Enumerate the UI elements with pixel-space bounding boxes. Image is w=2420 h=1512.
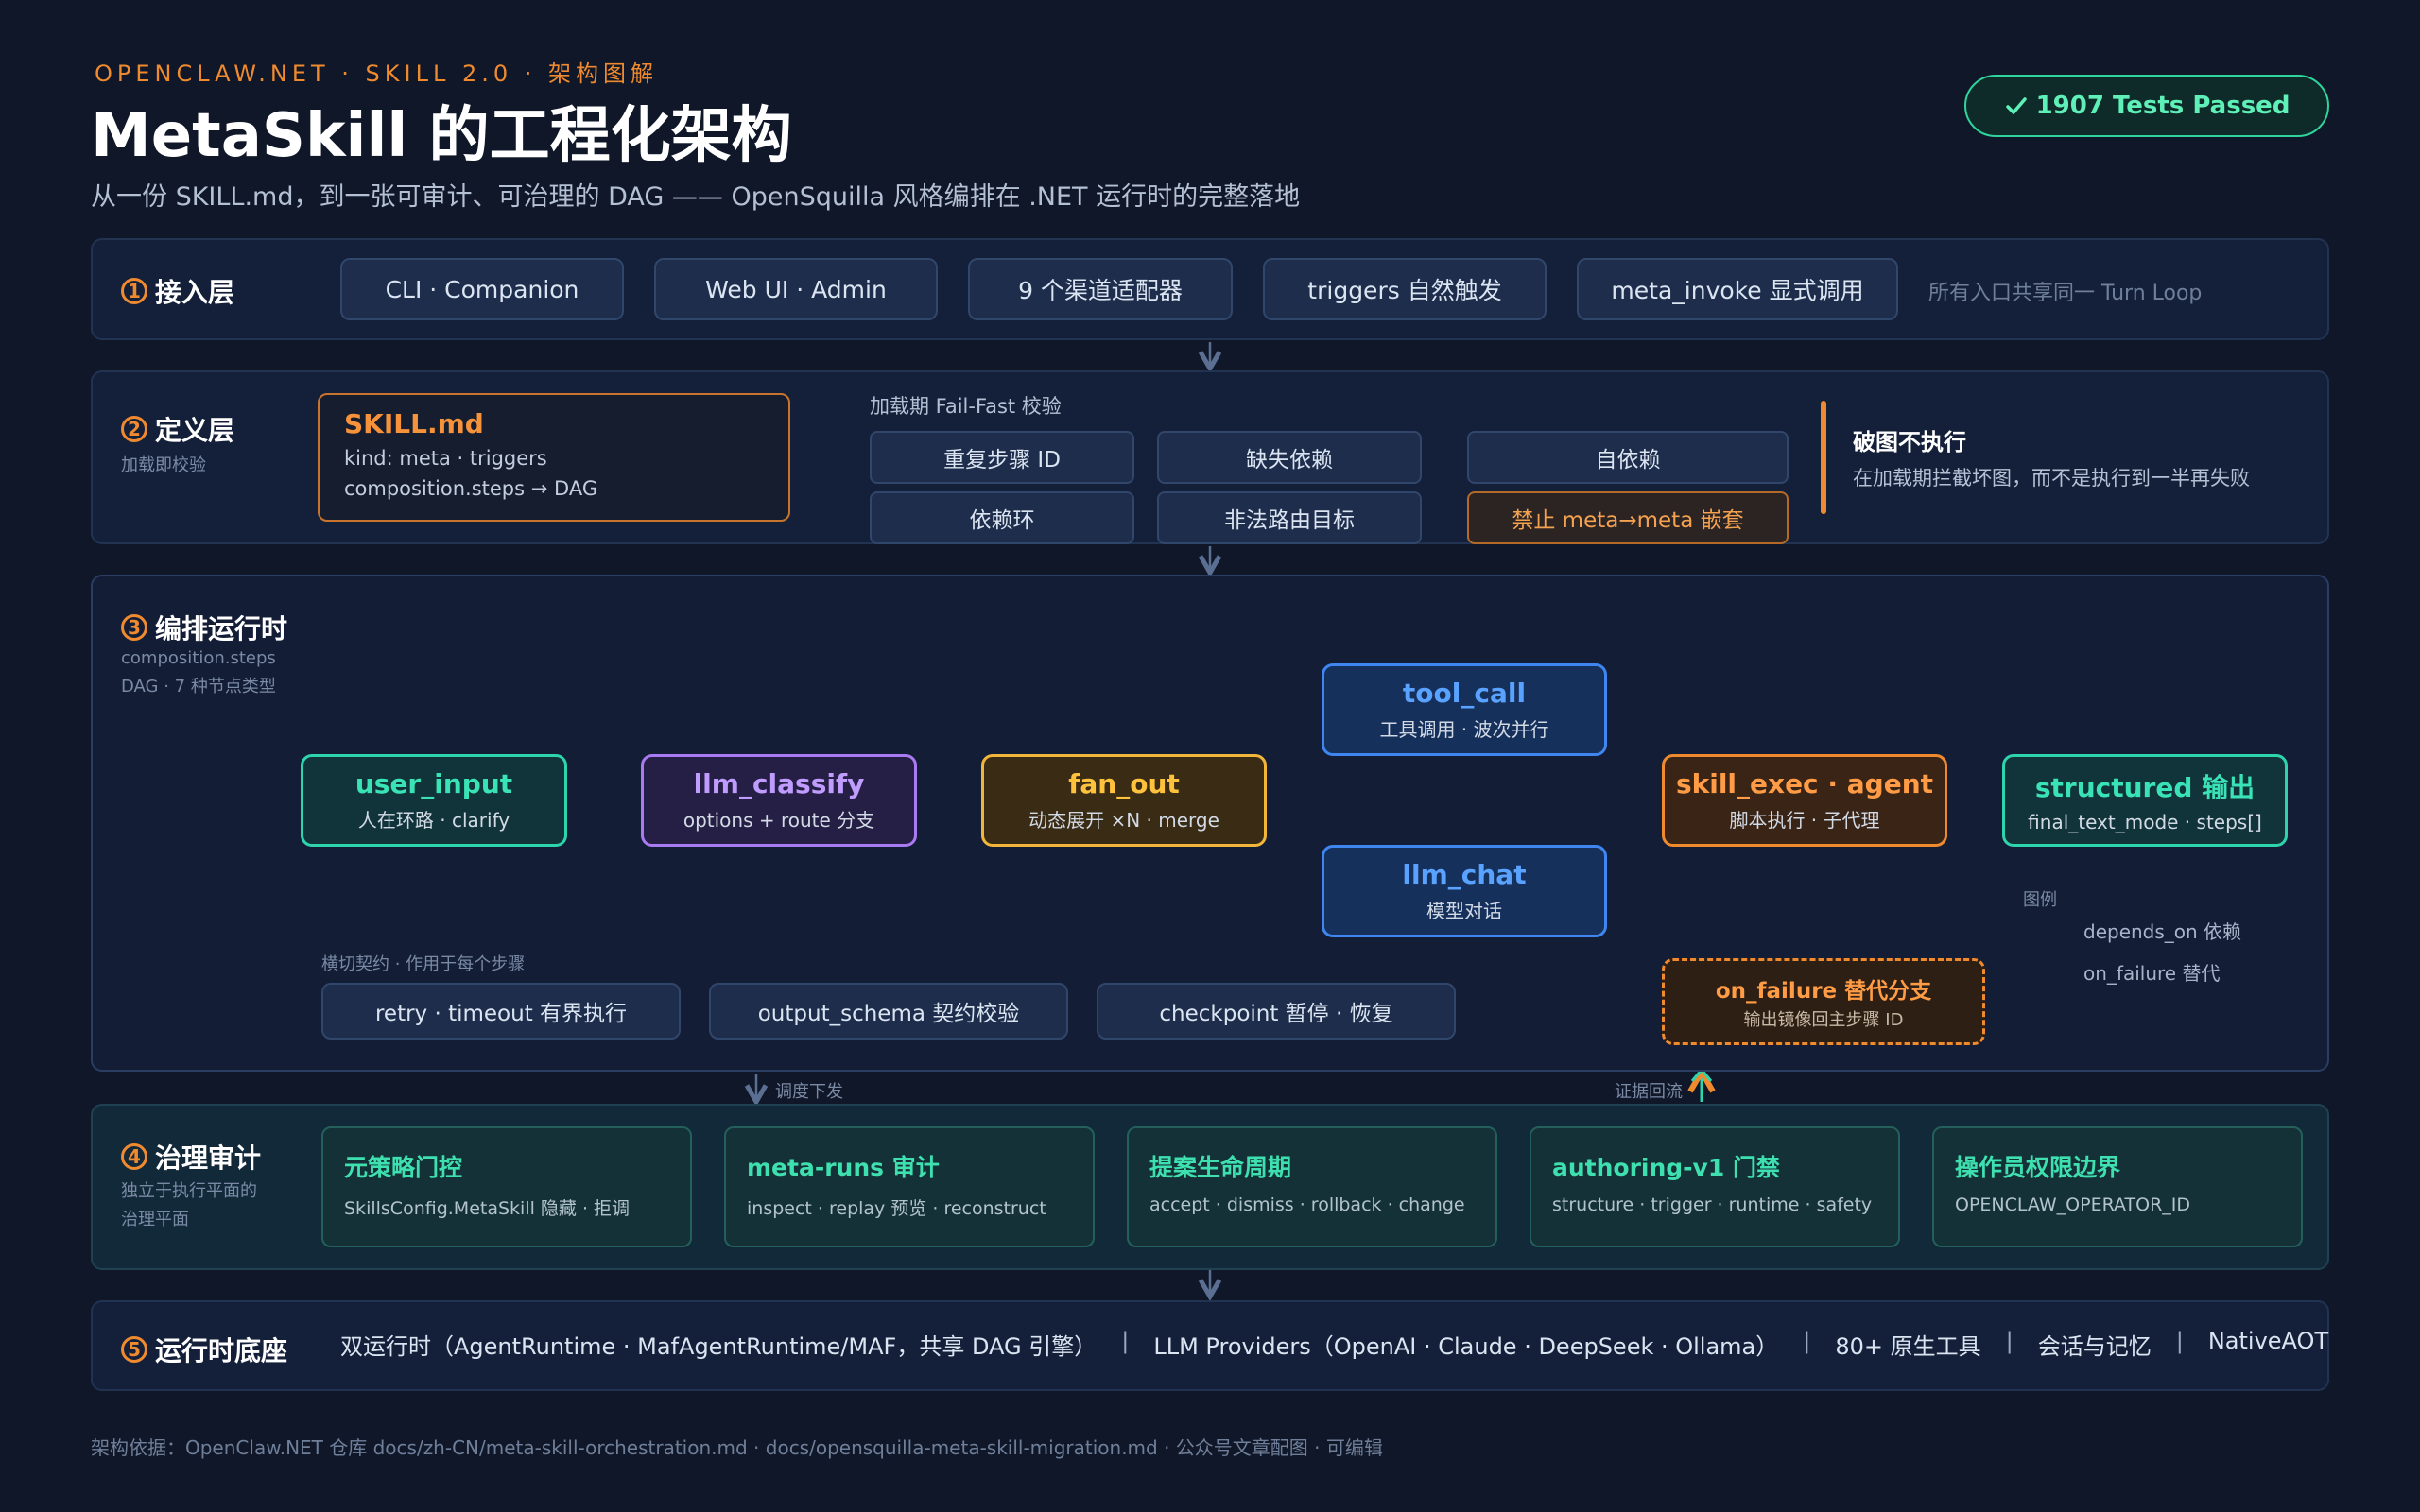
contract-checkpoint: checkpoint 暂停 · 恢复 — [1097, 983, 1456, 1040]
separator: | — [1121, 1328, 1130, 1354]
layer-number: 3 — [121, 614, 147, 641]
node-on-failure: on_failure 替代分支 输出镜像回主步骤 ID — [1662, 958, 1985, 1045]
node-llm-chat: llm_chat 模型对话 — [1322, 845, 1607, 937]
gov-card-title: authoring-v1 门禁 — [1552, 1154, 1780, 1181]
node-tool-call: tool_call 工具调用 · 波次并行 — [1322, 663, 1607, 756]
gov-card-meta-runs: meta-runs 审计 inspect · replay 预览 · recon… — [724, 1126, 1095, 1247]
layer-title-text: 治理审计 — [155, 1143, 262, 1174]
runtime-item: NativeAOT — [2207, 1328, 2329, 1354]
node-sub: 动态展开 ×N · merge — [1028, 809, 1219, 832]
node-sub: 工具调用 · 波次并行 — [1379, 718, 1549, 741]
check-no-meta-nesting: 禁止 meta→meta 嵌套 — [1467, 491, 1789, 544]
runtime-item: 80+ 原生工具 — [1835, 1333, 1981, 1360]
node-sub: 模型对话 — [1426, 900, 1502, 922]
node-sub: final_text_mode · steps[] — [2028, 811, 2262, 833]
separator: | — [1803, 1328, 1811, 1354]
layer-number: 1 — [121, 278, 147, 304]
node-title: skill_exec · agent — [1675, 768, 1934, 799]
contracts-label: 横切契约 · 作用于每个步骤 — [321, 954, 526, 974]
callout-title: 破图不执行 — [1853, 429, 1966, 455]
layer-title-text: 编排运行时 — [155, 613, 288, 644]
gov-card-title: 操作员权限边界 — [1955, 1154, 2121, 1181]
node-title: user_input — [354, 768, 513, 799]
layer-orchestration-sub: composition.steps — [121, 648, 276, 668]
callout-accent-bar — [1821, 401, 1826, 514]
gov-card-meta-policy: 元策略门控 SkillsConfig.MetaSkill 隐藏 · 拒调 — [321, 1126, 692, 1247]
node-fan-out: fan_out 动态展开 ×N · merge — [981, 754, 1267, 847]
node-title: llm_classify — [693, 768, 865, 799]
gov-card-operator-boundary: 操作员权限边界 OPENCLAW_OPERATOR_ID — [1932, 1126, 2303, 1247]
entry-meta-invoke: meta_invoke 显式调用 — [1577, 258, 1898, 320]
layer-definition-sub: 加载即校验 — [121, 455, 206, 475]
node-sub: 人在环路 · clarify — [357, 809, 510, 832]
node-title: on_failure 替代分支 — [1715, 979, 1932, 1004]
entry-channels: 9 个渠道适配器 — [968, 258, 1233, 320]
layer-title-text: 接入层 — [155, 277, 235, 308]
check-duplicate-id: 重复步骤 ID — [870, 431, 1134, 484]
node-llm-classify: llm_classify options + route 分支 — [641, 754, 917, 847]
runtime-base-items: 双运行时（AgentRuntime · MafAgentRuntime/MAF，… — [340, 1328, 2328, 1361]
runtime-item: 会话与记忆 — [2037, 1333, 2152, 1360]
footer-source: 架构依据：OpenClaw.NET 仓库 docs/zh-CN/meta-ski… — [91, 1436, 1383, 1459]
entry-webui: Web UI · Admin — [654, 258, 938, 320]
layer-orchestration-sub: DAG · 7 种节点类型 — [121, 677, 276, 696]
node-sub: 输出镜像回主步骤 ID — [1743, 1010, 1904, 1030]
turn-loop-note: 所有入口共享同一 Turn Loop — [1928, 282, 2203, 305]
check-cycle: 依赖环 — [870, 491, 1134, 544]
skill-md-title: SKILL.md — [344, 408, 484, 439]
entry-cli: CLI · Companion — [340, 258, 624, 320]
gov-card-proposal-lifecycle: 提案生命周期 accept · dismiss · rollback · cha… — [1127, 1126, 1497, 1247]
layer-governance-sub: 独立于执行平面的 — [121, 1181, 257, 1201]
gov-card-sub: OPENCLAW_OPERATOR_ID — [1955, 1194, 2191, 1215]
contract-retry: retry · timeout 有界执行 — [321, 983, 681, 1040]
runtime-item: 双运行时（AgentRuntime · MafAgentRuntime/MAF，… — [340, 1333, 1098, 1360]
layer-governance-sub: 治理平面 — [121, 1210, 189, 1229]
layer-orchestration-title: 3 编排运行时 — [121, 609, 287, 646]
node-structured-output: structured 输出 final_text_mode · steps[] — [2002, 754, 2288, 847]
gov-card-sub: structure · trigger · runtime · safety — [1552, 1194, 1873, 1215]
check-invalid-route: 非法路由目标 — [1157, 491, 1422, 544]
separator: | — [2005, 1328, 2014, 1354]
check-self-dep: 自依赖 — [1467, 431, 1789, 484]
layer-governance-title: 4 治理审计 — [121, 1138, 261, 1176]
skill-md-line: kind: meta · triggers — [344, 447, 547, 470]
layer-number: 4 — [121, 1143, 147, 1170]
gov-card-sub: inspect · replay 预览 · reconstruct — [747, 1198, 1046, 1219]
skill-md-card: SKILL.md kind: meta · triggers compositi… — [318, 393, 790, 522]
entry-triggers: triggers 自然触发 — [1263, 258, 1547, 320]
legend-title: 图例 — [2023, 890, 2057, 910]
contract-output-schema: output_schema 契约校验 — [709, 983, 1068, 1040]
check-missing-dep: 缺失依赖 — [1157, 431, 1422, 484]
layer-access-title: 1 接入层 — [121, 272, 234, 310]
node-skill-exec: skill_exec · agent 脚本执行 · 子代理 — [1662, 754, 1947, 847]
schedule-down-label: 调度下发 — [775, 1082, 843, 1102]
layer-title-text: 定义层 — [155, 415, 235, 446]
node-user-input: user_input 人在环路 · clarify — [301, 754, 567, 847]
gov-card-sub: accept · dismiss · rollback · change — [1150, 1194, 1465, 1215]
layer-number: 5 — [121, 1336, 147, 1363]
node-sub: options + route 分支 — [683, 809, 875, 832]
layer-definition-title: 2 定义层 — [121, 410, 234, 448]
gov-card-title: 元策略门控 — [344, 1154, 463, 1181]
gov-card-authoring-gate: authoring-v1 门禁 structure · trigger · ru… — [1530, 1126, 1900, 1247]
gov-card-title: 提案生命周期 — [1150, 1154, 1292, 1181]
runtime-item: LLM Providers（OpenAI · Claude · DeepSeek… — [1153, 1333, 1779, 1360]
layer-runtime-base-title: 5 运行时底座 — [121, 1331, 287, 1368]
separator: | — [2175, 1328, 2184, 1354]
skill-md-line: composition.steps → DAG — [344, 477, 598, 500]
node-title: llm_chat — [1402, 859, 1527, 890]
layer-number: 2 — [121, 416, 147, 442]
node-title: structured 输出 — [2034, 772, 2256, 803]
node-title: tool_call — [1402, 678, 1527, 709]
callout-text: 在加载期拦截坏图，而不是执行到一半再失败 — [1853, 467, 2250, 490]
evidence-up-label: 证据回流 — [1615, 1082, 1683, 1102]
gov-card-title: meta-runs 审计 — [747, 1154, 940, 1181]
gov-card-sub: SkillsConfig.MetaSkill 隐藏 · 拒调 — [344, 1198, 631, 1219]
node-title: fan_out — [1068, 768, 1180, 799]
layer-title-text: 运行时底座 — [155, 1335, 288, 1366]
legend-failure-label: on_failure 替代 — [2083, 962, 2221, 985]
legend-depends-label: depends_on 依赖 — [2083, 920, 2242, 943]
node-sub: 脚本执行 · 子代理 — [1729, 809, 1880, 832]
checks-label: 加载期 Fail-Fast 校验 — [870, 395, 1062, 418]
